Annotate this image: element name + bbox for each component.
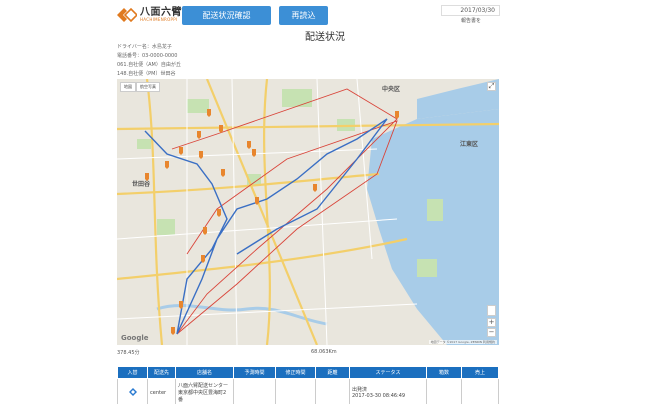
ward-label-chuo: 中央区 [382,86,401,93]
col-distance: 距離 [315,366,350,379]
fullscreen-icon[interactable]: ⤢ [487,82,496,91]
col-status: ステータス [349,366,427,379]
predicted-time-cell [233,378,276,404]
logo: 八面六臂 HACHIMENROPPI [117,6,182,24]
col-sales: 売上 [461,366,499,379]
reorder-cell[interactable] [117,378,148,404]
col-shop: 店舗名 [175,366,234,379]
status-text: 出発済 [352,387,368,393]
logo-icon [117,8,137,22]
date-field[interactable]: 2017/03/30 [441,5,500,16]
table-row[interactable]: center 八面六臂配送センター 東京都中央区豊海町2番 出発済 2017-0… [117,378,499,404]
status-cell: 出発済 2017-03-30 08:46:49 [349,378,427,404]
destination-cell: center [147,378,176,404]
am-route: 061.自社便（AM）自由が丘 [117,62,181,68]
col-destination: 配送先 [147,366,176,379]
page-title: 配送状況 [305,32,345,43]
reload-button[interactable]: 再読込 [279,6,328,25]
sales-cell [461,378,499,404]
ward-label-setagaya: 世田谷 [132,181,151,188]
zoom-out-button[interactable]: − [487,328,496,337]
col-boxes: 箱数 [426,366,462,379]
report-link[interactable]: 報告書を [461,17,481,24]
phone-number: 電話番号：03-0000-0000 [117,53,178,59]
corrected-time-cell [275,378,316,404]
col-corrected-time: 修正時間 [275,366,316,379]
col-reorder: 入替 [117,366,148,379]
distance-cell [315,378,350,404]
tab-satellite[interactable]: 航空写真 [136,82,160,92]
street-view-icon[interactable] [487,305,496,316]
delivery-table: 入替 配送先 店舗名 予測時間 修正時間 距離 ステータス 箱数 売上 cent… [117,366,499,404]
total-distance: 68.063Km [311,349,337,355]
logo-subtitle: HACHIMENROPPI [140,17,178,22]
driver-name: ドライバー名：水島龙子 [117,44,172,50]
ward-label-koto: 江東区 [460,141,479,148]
map-canvas[interactable] [117,79,499,345]
drag-handle-icon[interactable] [128,387,137,396]
shop-cell: 八面六臂配送センター 東京都中央区豊海町2番 [175,378,234,404]
boxes-cell [426,378,462,404]
col-predicted-time: 予測時間 [233,366,276,379]
delivery-status-button[interactable]: 配送状況確認 [182,6,271,25]
table-header-row: 入替 配送先 店舗名 予測時間 修正時間 距離 ステータス 箱数 売上 [117,366,499,379]
google-logo: Google [121,334,149,342]
pm-route: 148.自社便（PM）世田谷 [117,71,176,77]
status-time: 2017-03-30 08:46:49 [352,393,406,399]
tab-map[interactable]: 地図 [120,82,136,92]
delivery-map[interactable]: 地図 航空写真 ⤢ 中央区 江東区 世田谷 + − Google 地図データ ©… [117,79,499,345]
total-time: 378.45分 [117,350,140,356]
map-attribution[interactable]: 地図データ ©2017 Google, ZENRIN 利用規約 [428,340,497,344]
zoom-in-button[interactable]: + [487,318,496,327]
map-type-tabs: 地図 航空写真 [120,82,160,92]
